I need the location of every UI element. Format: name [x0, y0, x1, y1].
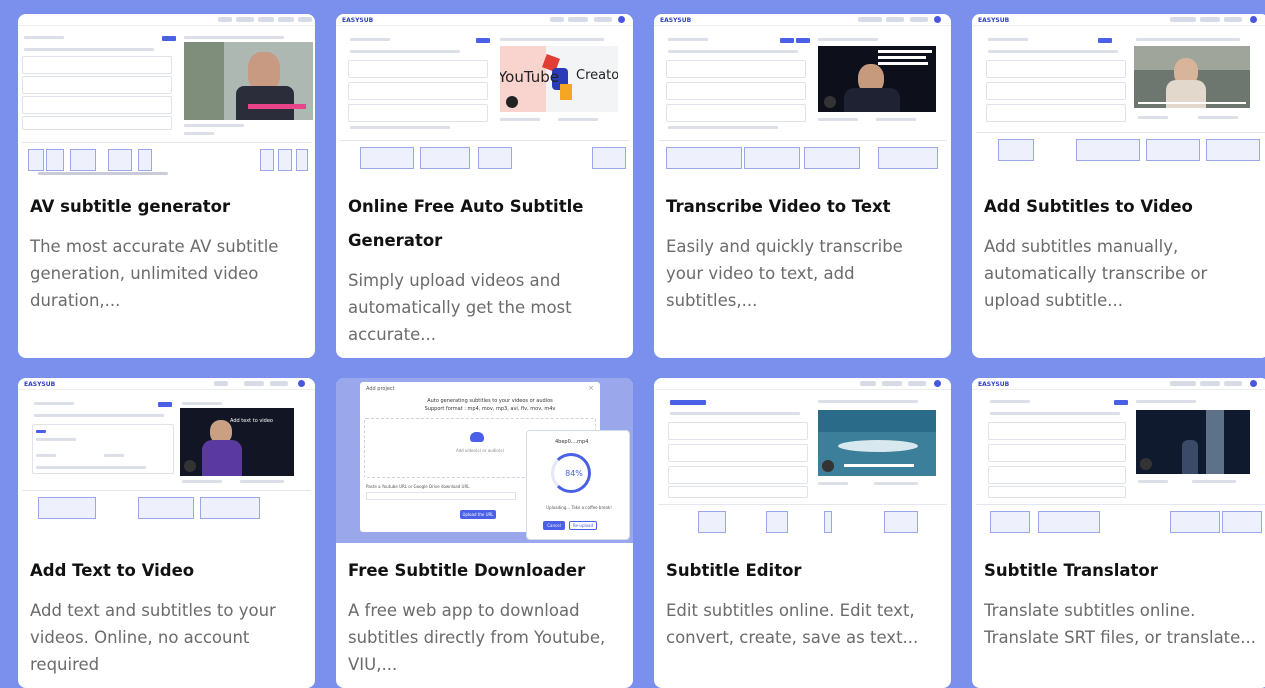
- uploading-text: Uploading... Take a coffee break!: [546, 505, 612, 510]
- card-thumbnail: EASYSUB Add text to video: [18, 378, 315, 543]
- card-title[interactable]: Add Text to Video: [30, 554, 307, 588]
- close-icon[interactable]: ×: [588, 384, 594, 392]
- easysub-logo: EASYSUB: [978, 381, 1010, 388]
- card-description: Easily and quickly transcribe your video…: [666, 237, 903, 310]
- easysub-logo: EASYSUB: [342, 17, 374, 24]
- video-preview: Add text to video: [180, 408, 294, 476]
- upload-progress-popup: 4bep0....mp4 84% Uploading... Take a cof…: [526, 430, 630, 540]
- video-preview: [818, 46, 936, 112]
- tool-card-subtitle-editor[interactable]: Subtitle Editor Edit subtitles online. E…: [654, 378, 951, 688]
- video-overlay-text: Add text to video: [230, 418, 273, 424]
- video-preview: YouTube Creator: [500, 46, 618, 112]
- card-description: A free web app to download subtitles dir…: [348, 601, 606, 674]
- tool-card-transcribe-video[interactable]: EASYSUB Transcribe Video to Text Easily …: [654, 14, 951, 358]
- card-title[interactable]: Online Free Auto Subtitle Generator: [348, 190, 625, 258]
- card-title[interactable]: Subtitle Translator: [984, 554, 1261, 588]
- card-thumbnail: EASYSUB: [654, 14, 951, 179]
- easysub-logo: EASYSUB: [24, 381, 56, 388]
- tool-card-subtitle-downloader[interactable]: Add project × Auto generating subtitles …: [336, 378, 633, 688]
- tool-card-auto-subtitle-generator[interactable]: EASYSUB YouTube Creator Online: [336, 14, 633, 358]
- video-preview: [1134, 46, 1250, 108]
- tool-card-add-subtitles[interactable]: EASYSUB Add Subtitles to Video Add subti…: [972, 14, 1265, 358]
- card-title[interactable]: Subtitle Editor: [666, 554, 943, 588]
- video-preview: [1136, 410, 1250, 474]
- card-thumbnail: [18, 14, 315, 179]
- dialog-title: Add project: [366, 386, 395, 392]
- card-description: Add subtitles manually, automatically tr…: [984, 237, 1208, 310]
- video-preview: [184, 42, 313, 120]
- tool-card-subtitle-translator[interactable]: EASYSUB Subtitle Translator Translate su…: [972, 378, 1265, 688]
- card-thumbnail: EASYSUB YouTube Creator: [336, 14, 633, 179]
- upload-url-button[interactable]: Upload the URL: [460, 510, 496, 519]
- reupload-button[interactable]: Re-upload: [569, 521, 597, 530]
- card-title[interactable]: Add Subtitles to Video: [984, 190, 1261, 224]
- card-description: Simply upload videos and automatically g…: [348, 271, 572, 344]
- easysub-logo: EASYSUB: [660, 17, 692, 24]
- upload-file-name: 4bep0....mp4: [555, 439, 589, 445]
- tool-card-av-subtitle[interactable]: AV subtitle generator The most accurate …: [18, 14, 315, 358]
- easysub-logo: EASYSUB: [978, 17, 1010, 24]
- video-preview: [818, 410, 936, 476]
- upload-hint: Add video(s) or audio(s): [455, 448, 505, 453]
- card-description: Add text and subtitles to your videos. O…: [30, 601, 276, 674]
- card-description: Translate subtitles online. Translate SR…: [984, 601, 1257, 647]
- card-title[interactable]: Free Subtitle Downloader: [348, 554, 625, 588]
- card-thumbnail: EASYSUB: [972, 14, 1265, 179]
- upload-formats: Support format : mp4, mov, mp3, avi, flv…: [424, 406, 556, 412]
- tool-card-add-text-to-video[interactable]: EASYSUB Add text to video Add Text to Vi…: [18, 378, 315, 688]
- cloud-upload-icon: [470, 432, 484, 442]
- card-description: The most accurate AV subtitle generation…: [30, 237, 279, 310]
- creator-text: Creator: [576, 68, 618, 83]
- card-thumbnail: [654, 378, 951, 543]
- upload-percent: 84%: [565, 469, 583, 478]
- card-thumbnail: EASYSUB: [972, 378, 1265, 543]
- youtube-text: YouTube: [500, 68, 559, 86]
- cancel-button[interactable]: Cancel: [543, 521, 565, 530]
- paste-url-label: Paste a Youtube URL or Google Drive down…: [366, 484, 470, 489]
- upload-heading: Auto generating subtitles to your videos…: [427, 398, 553, 404]
- card-description: Edit subtitles online. Edit text, conver…: [666, 601, 919, 647]
- card-title[interactable]: Transcribe Video to Text: [666, 190, 943, 224]
- card-title[interactable]: AV subtitle generator: [30, 190, 307, 224]
- card-thumbnail: Add project × Auto generating subtitles …: [336, 378, 633, 543]
